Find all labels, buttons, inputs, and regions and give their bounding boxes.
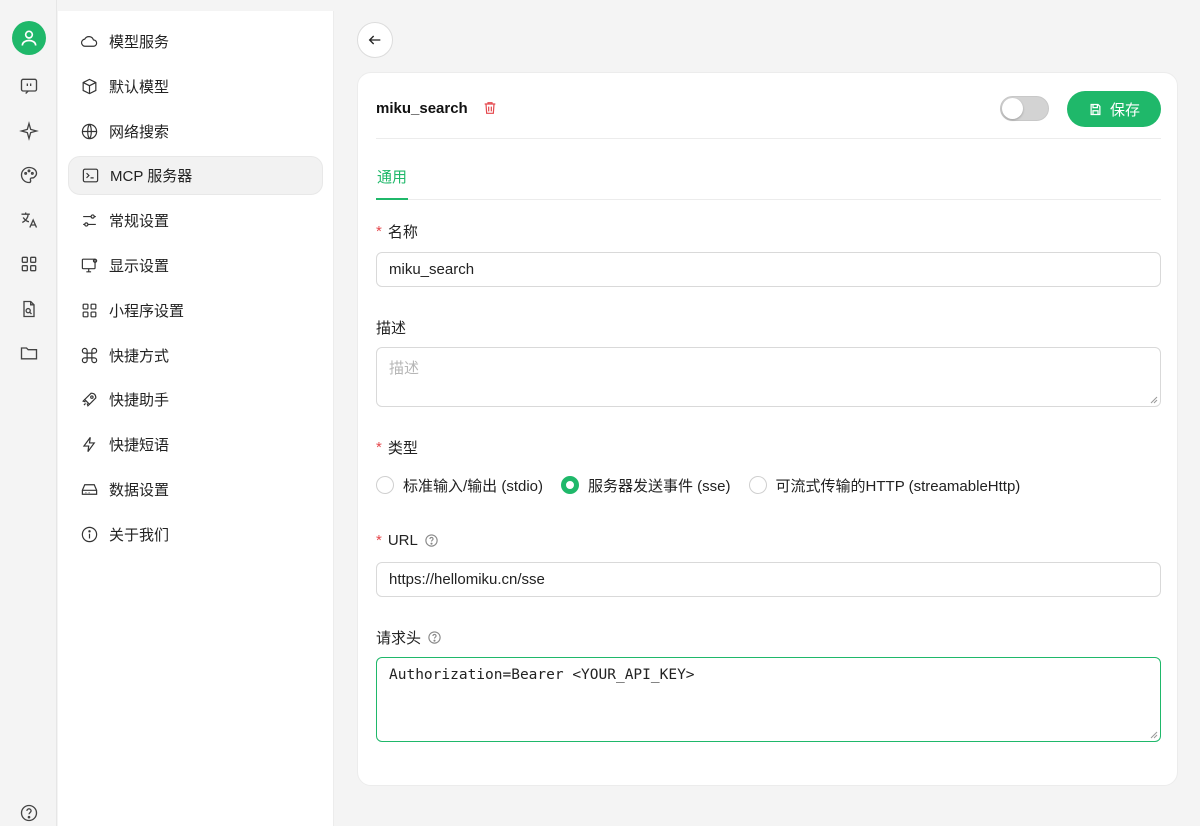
radio-circle[interactable] — [561, 476, 580, 494]
help-icon[interactable] — [17, 801, 41, 825]
terminal-icon — [82, 168, 99, 183]
type-option-streamable-http[interactable]: 可流式传输的HTTP (streamableHttp) — [748, 475, 1021, 496]
headers-value: Authorization=Bearer <YOUR_API_KEY> — [389, 667, 695, 683]
required-mark: * — [376, 223, 382, 240]
command-icon — [81, 347, 98, 364]
menu-item-label: 常规设置 — [109, 213, 170, 230]
menu-item-mcp-servers[interactable]: MCP 服务器 — [68, 156, 323, 195]
server-config-card: miku_search 保存 通用 * 名称 miku_search 描述 描述 — [357, 72, 1178, 786]
menu-item-label: 默认模型 — [109, 79, 170, 96]
headers-textarea[interactable]: Authorization=Bearer <YOUR_API_KEY> — [376, 657, 1161, 742]
radio-label: 服务器发送事件 (sse) — [588, 477, 731, 495]
menu-item-label: 网络搜索 — [109, 124, 170, 141]
headers-label-text: 请求头 — [376, 630, 422, 647]
type-field-label: * 类型 — [376, 437, 418, 458]
bolt-icon — [82, 437, 96, 452]
sliders-icon — [83, 214, 96, 227]
url-label-text: URL — [387, 532, 418, 549]
url-field-label: * URL — [376, 532, 439, 549]
menu-item-general-settings[interactable]: 常规设置 — [68, 201, 323, 240]
drive-icon — [81, 484, 98, 495]
palette-icon[interactable] — [17, 163, 41, 187]
sparkle-icon[interactable] — [17, 119, 41, 143]
tab-bar: 通用 — [376, 139, 1161, 200]
menu-item-model-service[interactable]: 模型服务 — [68, 22, 323, 61]
menu-item-quick-assistant[interactable]: 快捷助手 — [68, 380, 323, 419]
menu-item-about[interactable]: 关于我们 — [68, 515, 323, 554]
save-button-label: 保存 — [1109, 101, 1140, 119]
required-mark: * — [376, 532, 382, 549]
server-name-title: miku_search — [376, 100, 468, 117]
description-label-text: 描述 — [376, 320, 407, 337]
menu-item-display-settings[interactable]: 显示设置 — [68, 246, 323, 285]
tab-general[interactable]: 通用 — [376, 166, 409, 200]
menu-item-label: 快捷方式 — [109, 348, 170, 365]
trash-icon[interactable] — [482, 100, 498, 116]
name-field-label: * 名称 — [376, 221, 418, 242]
main-panel: miku_search 保存 通用 * 名称 miku_search 描述 描述 — [335, 0, 1200, 826]
menu-item-web-search[interactable]: 网络搜索 — [68, 112, 323, 151]
radio-circle[interactable] — [376, 476, 394, 494]
cube-icon — [82, 78, 97, 95]
server-enable-toggle[interactable] — [1000, 96, 1049, 121]
menu-item-default-model[interactable]: 默认模型 — [68, 67, 323, 106]
menu-item-data-settings[interactable]: 数据设置 — [68, 470, 323, 509]
menu-item-label: 显示设置 — [109, 258, 170, 275]
type-label-text: 类型 — [387, 440, 418, 457]
globe-icon — [81, 123, 98, 140]
radio-label: 标准输入/输出 (stdio) — [403, 477, 544, 495]
apps-icon[interactable] — [17, 252, 41, 276]
grid-icon — [82, 303, 97, 318]
menu-item-quick-phrases[interactable]: 快捷短语 — [68, 425, 323, 464]
type-option-sse[interactable]: 服务器发送事件 (sse) — [561, 475, 731, 496]
settings-menu: 模型服务 默认模型 网络搜索 MCP 服务器 常规设置 显示设置 小程序设置 快… — [58, 11, 334, 826]
cloud-icon — [80, 36, 98, 47]
folder-icon[interactable] — [17, 341, 41, 365]
menu-item-miniapp-settings[interactable]: 小程序设置 — [68, 291, 323, 330]
menu-item-shortcuts[interactable]: 快捷方式 — [68, 336, 323, 375]
headers-field-label: 请求头 — [376, 627, 442, 648]
info-icon — [81, 526, 98, 543]
toggle-knob — [1002, 98, 1023, 119]
rocket-icon — [82, 392, 97, 407]
menu-item-label: 关于我们 — [109, 527, 170, 544]
description-placeholder: 描述 — [389, 360, 420, 377]
menu-item-label: 模型服务 — [109, 34, 170, 51]
url-input[interactable]: https://hellomiku.cn/sse — [376, 562, 1161, 597]
help-icon[interactable] — [427, 630, 442, 645]
resize-handle-icon[interactable] — [1150, 396, 1158, 404]
resize-handle-icon[interactable] — [1150, 731, 1158, 739]
card-header: miku_search 保存 — [376, 73, 1161, 139]
radio-label: 可流式传输的HTTP (streamableHttp) — [775, 477, 1021, 495]
menu-item-label: 数据设置 — [109, 482, 170, 499]
help-icon[interactable] — [424, 533, 439, 548]
menu-item-label: 小程序设置 — [109, 303, 185, 320]
description-textarea[interactable]: 描述 — [376, 347, 1161, 407]
name-input[interactable]: miku_search — [376, 252, 1161, 287]
name-label-text: 名称 — [387, 224, 418, 241]
type-radio-group: 标准输入/输出 (stdio) 服务器发送事件 (sse) 可流式传输的HTTP… — [376, 473, 1038, 497]
menu-item-label: MCP 服务器 — [110, 168, 193, 185]
save-icon — [1090, 103, 1101, 115]
description-field-label: 描述 — [376, 317, 406, 338]
arrow-left-icon — [368, 35, 381, 45]
menu-item-label: 快捷助手 — [109, 392, 170, 409]
radio-circle[interactable] — [748, 476, 767, 494]
icon-rail — [0, 0, 57, 826]
save-button[interactable]: 保存 — [1067, 91, 1161, 127]
monitor-icon — [81, 258, 98, 273]
user-avatar-icon[interactable] — [12, 21, 46, 55]
menu-item-label: 快捷短语 — [109, 437, 170, 454]
chat-icon[interactable] — [17, 74, 41, 98]
back-button[interactable] — [357, 22, 393, 58]
translate-icon[interactable] — [17, 208, 41, 232]
file-search-icon[interactable] — [17, 297, 41, 321]
type-option-stdio[interactable]: 标准输入/输出 (stdio) — [376, 475, 543, 496]
required-mark: * — [376, 439, 382, 456]
